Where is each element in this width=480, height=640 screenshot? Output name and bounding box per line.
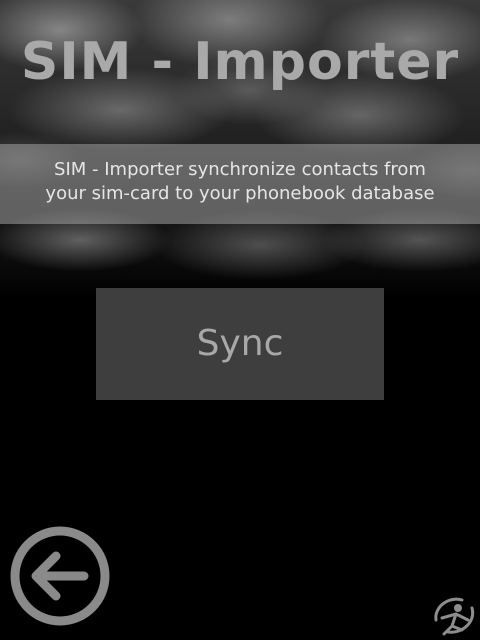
app-screen: SIM - Importer SIM - Importer synchroniz…: [0, 0, 480, 640]
sync-button[interactable]: Sync: [96, 288, 384, 400]
back-arrow-icon: [10, 526, 110, 626]
back-button[interactable]: [10, 526, 110, 626]
figure-logo-icon: [434, 597, 475, 636]
corner-logo: [428, 590, 480, 640]
description-line-1: SIM - Importer synchronize contacts from: [54, 159, 426, 180]
page-title: SIM - Importer: [20, 32, 460, 92]
description-line-2: your sim-card to your phonebook database: [45, 183, 435, 204]
description-text: SIM - Importer synchronize contacts from…: [0, 158, 480, 206]
